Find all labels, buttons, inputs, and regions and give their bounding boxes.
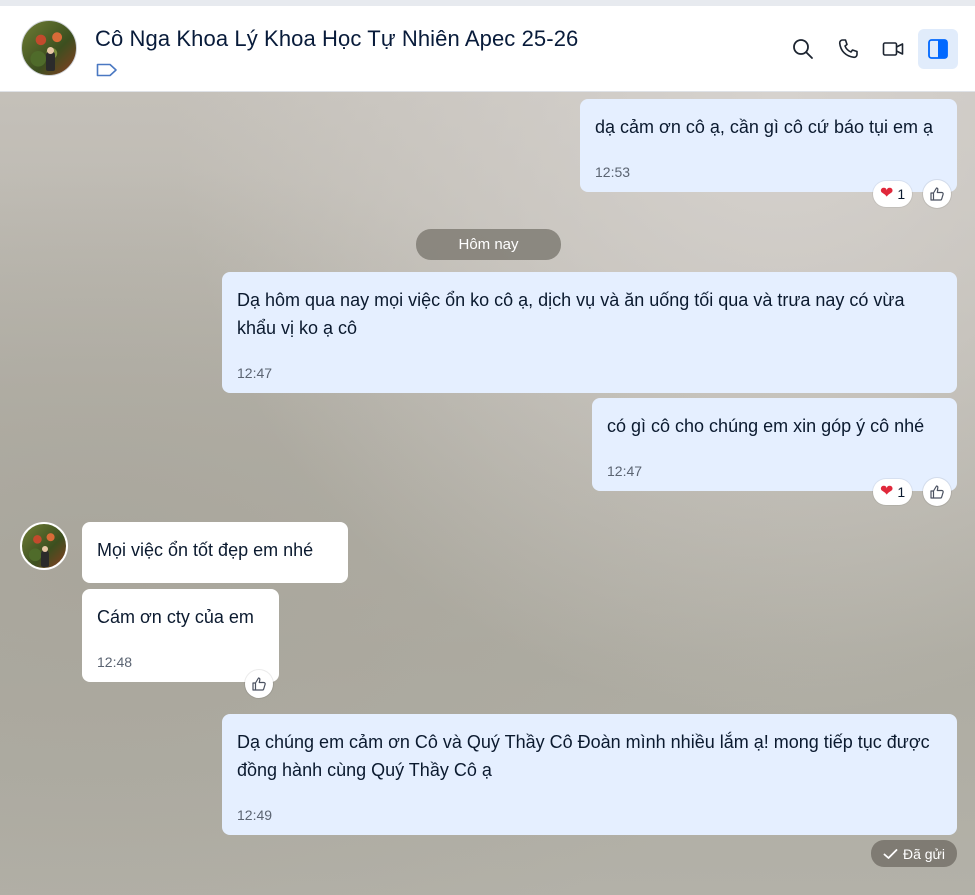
like-button[interactable] bbox=[923, 478, 951, 506]
message-time: 12:49 bbox=[237, 807, 273, 823]
thumbs-up-icon bbox=[252, 677, 266, 691]
message-text: có gì cô cho chúng em xin góp ý cô nhé bbox=[607, 416, 925, 436]
message-list[interactable]: dạ cảm ơn cô ạ, cần gì cô cứ báo tụi em … bbox=[0, 92, 975, 895]
thumbs-up-icon bbox=[930, 187, 944, 201]
message-time: 12:47 bbox=[237, 365, 273, 381]
thumbs-up-icon bbox=[930, 485, 944, 499]
contact-avatar[interactable] bbox=[21, 20, 77, 76]
message-bubble[interactable]: Dạ hôm qua nay mọi việc ổn ko cô ạ, dịch… bbox=[222, 272, 957, 393]
reaction-count: 1 bbox=[897, 484, 906, 500]
message-bubble[interactable]: Dạ chúng em cảm ơn Cô và Quý Thầy Cô Đoà… bbox=[222, 714, 957, 835]
message-bubble[interactable]: có gì cô cho chúng em xin góp ý cô nhé 1… bbox=[592, 398, 957, 491]
sender-avatar[interactable] bbox=[20, 522, 68, 570]
video-call-button[interactable] bbox=[878, 34, 908, 64]
message-text: Dạ hôm qua nay mọi việc ổn ko cô ạ, dịch… bbox=[237, 290, 905, 338]
avatar-face bbox=[47, 47, 54, 54]
check-icon bbox=[883, 848, 898, 859]
search-button[interactable] bbox=[788, 34, 818, 64]
message-bubble[interactable]: Cám ơn cty của em 12:48 bbox=[82, 589, 279, 682]
reaction-count: 1 bbox=[897, 186, 906, 202]
message-time: 12:47 bbox=[607, 463, 643, 479]
message-text: dạ cảm ơn cô ạ, cần gì cô cứ báo tụi em … bbox=[595, 117, 934, 137]
avatar-figure bbox=[46, 51, 55, 71]
video-icon bbox=[882, 42, 904, 56]
reaction-summary[interactable]: ❤ 1 bbox=[873, 181, 913, 207]
sidebar-toggle-icon bbox=[928, 39, 948, 59]
sent-status-label: Đã gửi bbox=[902, 845, 946, 862]
search-icon bbox=[793, 39, 813, 59]
call-button[interactable] bbox=[833, 34, 863, 64]
like-button[interactable] bbox=[923, 180, 951, 208]
toggle-info-panel-button[interactable] bbox=[918, 29, 958, 69]
conversation-title[interactable]: Cô Nga Khoa Lý Khoa Học Tự Nhiên Apec 25… bbox=[95, 26, 578, 52]
message-bubble[interactable]: dạ cảm ơn cô ạ, cần gì cô cứ báo tụi em … bbox=[580, 99, 957, 192]
message-time: 12:53 bbox=[595, 164, 631, 180]
sent-status-badge: Đã gửi bbox=[871, 840, 957, 867]
avatar-figure bbox=[41, 550, 49, 567]
message-bubble[interactable]: Mọi việc ổn tốt đẹp em nhé bbox=[82, 522, 348, 583]
message-text: Cám ơn cty của em bbox=[97, 607, 254, 627]
message-text: Dạ chúng em cảm ơn Cô và Quý Thầy Cô Đoà… bbox=[237, 732, 930, 780]
message-text: Mọi việc ổn tốt đẹp em nhé bbox=[97, 540, 314, 560]
chat-header: Cô Nga Khoa Lý Khoa Học Tự Nhiên Apec 25… bbox=[0, 6, 975, 92]
phone-icon bbox=[838, 39, 858, 59]
date-divider: Hôm nay bbox=[416, 229, 561, 260]
heart-icon: ❤ bbox=[880, 185, 894, 202]
like-button[interactable] bbox=[245, 670, 273, 698]
message-time: 12:48 bbox=[97, 654, 133, 670]
avatar-face bbox=[42, 546, 48, 552]
tag-icon[interactable] bbox=[96, 63, 118, 77]
heart-icon: ❤ bbox=[880, 483, 894, 500]
reaction-summary[interactable]: ❤ 1 bbox=[873, 479, 913, 505]
